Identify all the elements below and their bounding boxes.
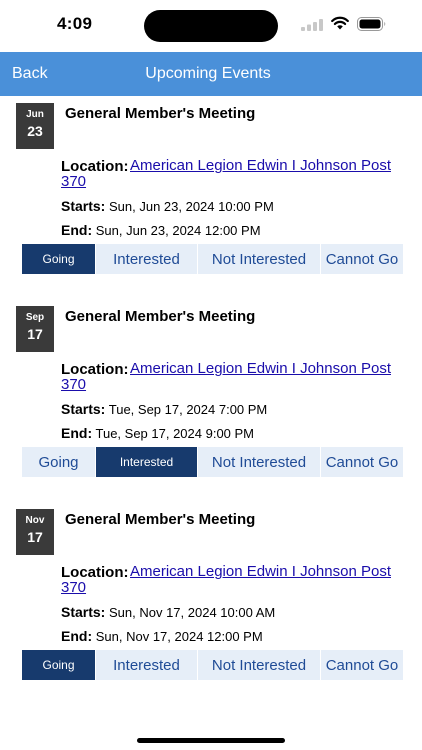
rsvp-segmented-control: Going Interested Not Interested Cannot G…: [22, 244, 403, 274]
event-card: Nov 17 General Member's Meeting Location…: [0, 504, 422, 694]
starts-label: Starts:: [61, 604, 106, 620]
event-end: End: Sun, Nov 17, 2024 12:00 PM: [61, 628, 263, 644]
end-value: Tue, Sep 17, 2024 9:00 PM: [95, 426, 255, 441]
page-title: Upcoming Events: [145, 65, 271, 82]
rsvp-interested-button[interactable]: Interested: [95, 650, 197, 680]
dynamic-island: [144, 10, 278, 42]
event-day: 23: [27, 123, 43, 139]
rsvp-cannot-go-button[interactable]: Cannot Go: [320, 447, 403, 477]
nav-bar: Back Upcoming Events: [0, 52, 422, 96]
location-link[interactable]: American Legion Edwin I Johnson Post 370: [61, 361, 401, 393]
rsvp-interested-button[interactable]: Interested: [95, 447, 197, 477]
event-card: Sep 17 General Member's Meeting Location…: [0, 301, 422, 491]
status-bar: 4:09: [0, 0, 422, 52]
event-month: Nov: [25, 515, 45, 526]
cellular-signal-icon: [301, 19, 323, 31]
rsvp-going-button[interactable]: Going: [22, 447, 95, 477]
rsvp-segmented-control: Going Interested Not Interested Cannot G…: [22, 650, 403, 680]
event-title: General Member's Meeting: [65, 511, 256, 528]
end-value: Sun, Nov 17, 2024 12:00 PM: [95, 629, 263, 644]
rsvp-interested-button[interactable]: Interested: [95, 244, 197, 274]
end-label: End:: [61, 628, 93, 644]
location-link[interactable]: American Legion Edwin I Johnson Post 370: [61, 158, 401, 190]
rsvp-segmented-control: Going Interested Not Interested Cannot G…: [22, 447, 403, 477]
date-badge: Jun 23: [16, 103, 54, 149]
event-month: Sep: [25, 312, 45, 323]
status-time: 4:09: [57, 14, 93, 33]
home-indicator[interactable]: [137, 738, 285, 743]
event-starts: Starts: Tue, Sep 17, 2024 7:00 PM: [61, 401, 267, 417]
rsvp-not-interested-button[interactable]: Not Interested: [197, 447, 320, 477]
event-end: End: Tue, Sep 17, 2024 9:00 PM: [61, 425, 254, 441]
starts-value: Sun, Nov 17, 2024 10:00 AM: [108, 605, 276, 620]
event-card: Jun 23 General Member's Meeting Location…: [0, 98, 422, 288]
rsvp-not-interested-button[interactable]: Not Interested: [197, 650, 320, 680]
wifi-icon: [331, 16, 349, 30]
rsvp-not-interested-button[interactable]: Not Interested: [197, 244, 320, 274]
rsvp-going-button[interactable]: Going: [22, 650, 95, 680]
rsvp-cannot-go-button[interactable]: Cannot Go: [320, 244, 403, 274]
starts-value: Tue, Sep 17, 2024 7:00 PM: [108, 402, 268, 417]
rsvp-going-button[interactable]: Going: [22, 244, 95, 274]
event-starts: Starts: Sun, Jun 23, 2024 10:00 PM: [61, 198, 274, 214]
end-label: End:: [61, 222, 93, 238]
event-title: General Member's Meeting: [65, 308, 256, 325]
date-badge: Sep 17: [16, 306, 54, 352]
event-day: 17: [27, 326, 43, 342]
event-month: Jun: [26, 109, 44, 120]
end-label: End:: [61, 425, 93, 441]
starts-label: Starts:: [61, 401, 106, 417]
battery-icon: [357, 17, 386, 31]
starts-value: Sun, Jun 23, 2024 10:00 PM: [108, 199, 274, 214]
event-starts: Starts: Sun, Nov 17, 2024 10:00 AM: [61, 604, 275, 620]
event-day: 17: [27, 529, 43, 545]
location-link[interactable]: American Legion Edwin I Johnson Post 370: [61, 564, 401, 596]
event-title: General Member's Meeting: [65, 105, 256, 122]
end-value: Sun, Jun 23, 2024 12:00 PM: [95, 223, 261, 238]
starts-label: Starts:: [61, 198, 106, 214]
date-badge: Nov 17: [16, 509, 54, 555]
event-end: End: Sun, Jun 23, 2024 12:00 PM: [61, 222, 261, 238]
rsvp-cannot-go-button[interactable]: Cannot Go: [320, 650, 403, 680]
